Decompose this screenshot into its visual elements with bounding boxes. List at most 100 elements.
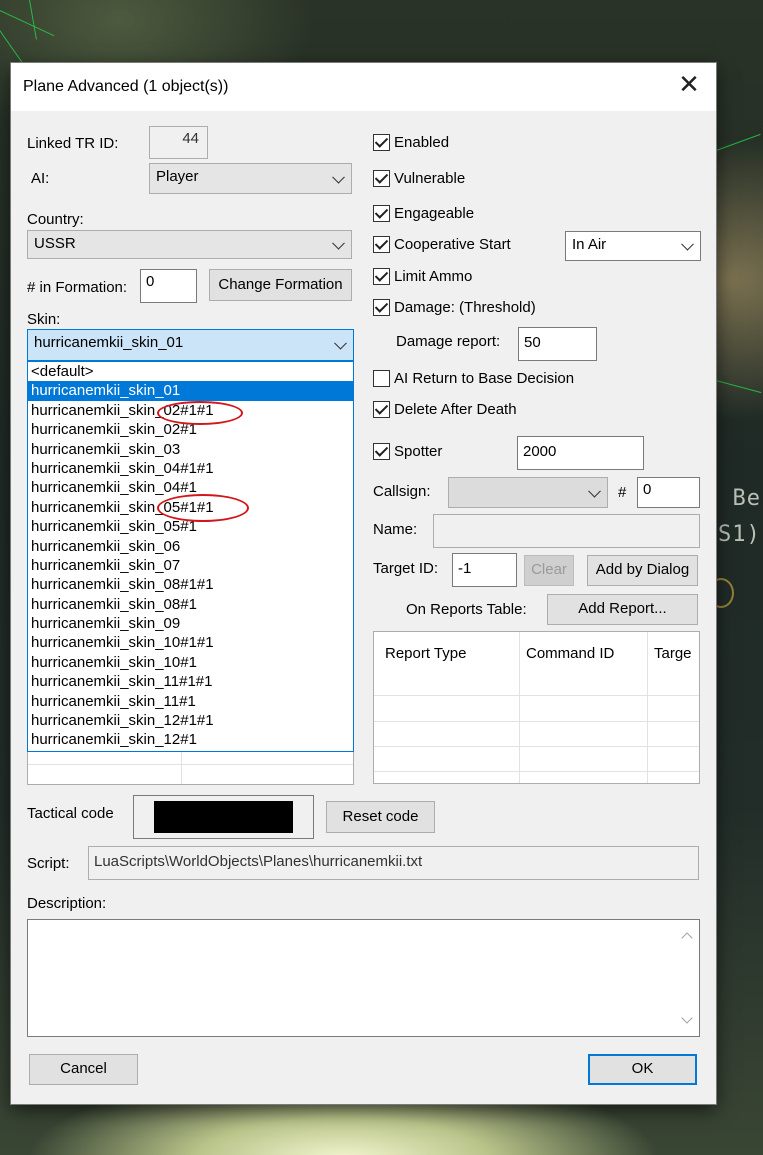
add-report-button[interactable]: Add Report... bbox=[547, 594, 698, 625]
cooperative-start-label: Cooperative Start bbox=[394, 236, 511, 253]
script-field[interactable]: LuaScripts\WorldObjects\Planes\hurricane… bbox=[88, 846, 699, 880]
skin-option[interactable]: hurricanemkii_skin_10#1#1 bbox=[28, 633, 353, 652]
radar-line bbox=[29, 0, 37, 40]
enabled-check-icon bbox=[373, 134, 390, 151]
name-field[interactable] bbox=[433, 514, 700, 548]
cooperative-start-select[interactable]: In Air bbox=[565, 231, 701, 261]
map-label: S1) bbox=[718, 522, 761, 547]
radar-line bbox=[715, 380, 762, 394]
description-label: Description: bbox=[27, 895, 107, 912]
name-label: Name: bbox=[373, 521, 418, 538]
cancel-button[interactable]: Cancel bbox=[29, 1054, 138, 1085]
delete-after-death-check-icon bbox=[373, 401, 390, 418]
skin-option[interactable]: hurricanemkii_skin_10#1 bbox=[28, 653, 353, 672]
reports-col-header[interactable]: Command ID bbox=[526, 645, 614, 662]
enabled-label: Enabled bbox=[394, 134, 450, 151]
description-textarea[interactable] bbox=[27, 919, 700, 1037]
country-select-value: USSR bbox=[34, 235, 76, 252]
tactical-code-swatch bbox=[154, 801, 293, 833]
vulnerable-check-icon bbox=[373, 170, 390, 187]
linked-tr-label: Linked TR ID: bbox=[27, 135, 119, 152]
chevron-down-icon bbox=[681, 237, 694, 251]
limit-ammo-check-icon bbox=[373, 268, 390, 285]
ai-return-to-base-check-icon bbox=[373, 370, 390, 387]
on-reports-label: On Reports Table: bbox=[406, 601, 527, 618]
delete-after-death-label: Delete After Death bbox=[394, 401, 517, 418]
skin-option[interactable]: hurricanemkii_skin_04#1#1 bbox=[28, 459, 353, 478]
ai-return-to-base-checkbox[interactable]: AI Return to Base Decision bbox=[373, 370, 574, 387]
skin-option[interactable]: hurricanemkii_skin_06 bbox=[28, 537, 353, 556]
cooperative-start-checkbox[interactable]: Cooperative Start bbox=[373, 236, 511, 253]
scroll-up-icon[interactable] bbox=[681, 932, 693, 944]
spotter-range-field[interactable]: 2000 bbox=[517, 436, 644, 470]
linked-tr-field[interactable]: 44 bbox=[149, 126, 208, 159]
ai-select-value: Player bbox=[156, 168, 199, 185]
reports-col-header[interactable]: Targe bbox=[654, 645, 692, 662]
formation-field[interactable]: 0 bbox=[140, 269, 197, 303]
skin-option[interactable]: hurricanemkii_skin_12#1 bbox=[28, 730, 353, 749]
chevron-down-icon bbox=[332, 170, 345, 184]
hash-label: # bbox=[618, 484, 627, 501]
skin-option[interactable]: hurricanemkii_skin_01 bbox=[28, 381, 353, 401]
engageable-label: Engageable bbox=[394, 205, 475, 222]
damage-label: Damage: (Threshold) bbox=[394, 299, 536, 316]
reports-col-header[interactable]: Report Type bbox=[385, 645, 466, 662]
damage-checkbox[interactable]: Damage: (Threshold) bbox=[373, 299, 536, 316]
skin-option[interactable]: <default> bbox=[28, 362, 353, 381]
engageable-checkbox[interactable]: Engageable bbox=[373, 205, 474, 222]
skin-select[interactable]: hurricanemkii_skin_01 bbox=[27, 329, 354, 361]
spotter-checkbox[interactable]: Spotter bbox=[373, 443, 442, 460]
ok-button[interactable]: OK bbox=[588, 1054, 697, 1085]
callsign-select[interactable] bbox=[448, 477, 608, 508]
vulnerable-checkbox[interactable]: Vulnerable bbox=[373, 170, 465, 187]
scroll-down-icon[interactable] bbox=[681, 1012, 693, 1024]
annotation-circle bbox=[157, 401, 243, 425]
tactical-code-label: Tactical code bbox=[27, 805, 114, 822]
cooperative-start-value: In Air bbox=[572, 236, 607, 253]
clear-button[interactable]: Clear bbox=[524, 555, 574, 586]
country-label: Country: bbox=[27, 211, 84, 228]
change-formation-button[interactable]: Change Formation bbox=[209, 269, 352, 301]
limit-ammo-checkbox[interactable]: Limit Ammo bbox=[373, 268, 472, 285]
title-bar: Plane Advanced (1 object(s)) ✕ bbox=[11, 63, 716, 111]
cooperative-start-check-icon bbox=[373, 236, 390, 253]
skin-option[interactable]: hurricanemkii_skin_12#1#1 bbox=[28, 711, 353, 730]
formation-label: # in Formation: bbox=[27, 279, 128, 296]
tactical-code-display[interactable] bbox=[133, 795, 314, 839]
ai-select[interactable]: Player bbox=[149, 163, 352, 194]
skin-option[interactable]: hurricanemkii_skin_08#1#1 bbox=[28, 575, 353, 594]
vulnerable-label: Vulnerable bbox=[394, 170, 466, 187]
ai-return-to-base-label: AI Return to Base Decision bbox=[394, 370, 575, 387]
callsign-number-field[interactable]: 0 bbox=[637, 477, 700, 508]
damage-report-label: Damage report: bbox=[396, 333, 501, 350]
damage-check-icon bbox=[373, 299, 390, 316]
description-text bbox=[28, 920, 699, 928]
radar-line bbox=[716, 133, 761, 151]
skin-label: Skin: bbox=[27, 311, 61, 328]
skin-option[interactable]: hurricanemkii_skin_03 bbox=[28, 440, 353, 459]
enabled-checkbox[interactable]: Enabled bbox=[373, 134, 449, 151]
spotter-label: Spotter bbox=[394, 443, 443, 460]
annotation-circle bbox=[157, 494, 249, 522]
skin-option[interactable]: hurricanemkii_skin_07 bbox=[28, 556, 353, 575]
skin-option[interactable]: hurricanemkii_skin_11#1 bbox=[28, 692, 353, 711]
chevron-down-icon bbox=[588, 484, 601, 498]
radar-line bbox=[0, 10, 55, 37]
damage-report-field[interactable]: 50 bbox=[518, 327, 597, 361]
skin-option[interactable]: hurricanemkii_skin_11#1#1 bbox=[28, 672, 353, 691]
reports-table[interactable]: Report Type Command ID Targe bbox=[373, 631, 700, 784]
close-icon[interactable]: ✕ bbox=[676, 72, 702, 99]
ai-label: AI: bbox=[31, 170, 50, 187]
limit-ammo-label: Limit Ammo bbox=[394, 268, 473, 285]
chevron-down-icon bbox=[334, 336, 347, 350]
skin-option[interactable]: hurricanemkii_skin_08#1 bbox=[28, 595, 353, 614]
delete-after-death-checkbox[interactable]: Delete After Death bbox=[373, 401, 517, 418]
country-select[interactable]: USSR bbox=[27, 230, 352, 259]
callsign-label: Callsign: bbox=[373, 483, 431, 500]
skin-option[interactable]: hurricanemkii_skin_09 bbox=[28, 614, 353, 633]
add-by-dialog-button[interactable]: Add by Dialog bbox=[587, 555, 698, 586]
reset-code-button[interactable]: Reset code bbox=[326, 801, 435, 833]
target-id-field[interactable]: -1 bbox=[452, 553, 517, 587]
skin-select-value: hurricanemkii_skin_01 bbox=[34, 334, 184, 351]
dialog-title: Plane Advanced (1 object(s)) bbox=[23, 78, 229, 95]
